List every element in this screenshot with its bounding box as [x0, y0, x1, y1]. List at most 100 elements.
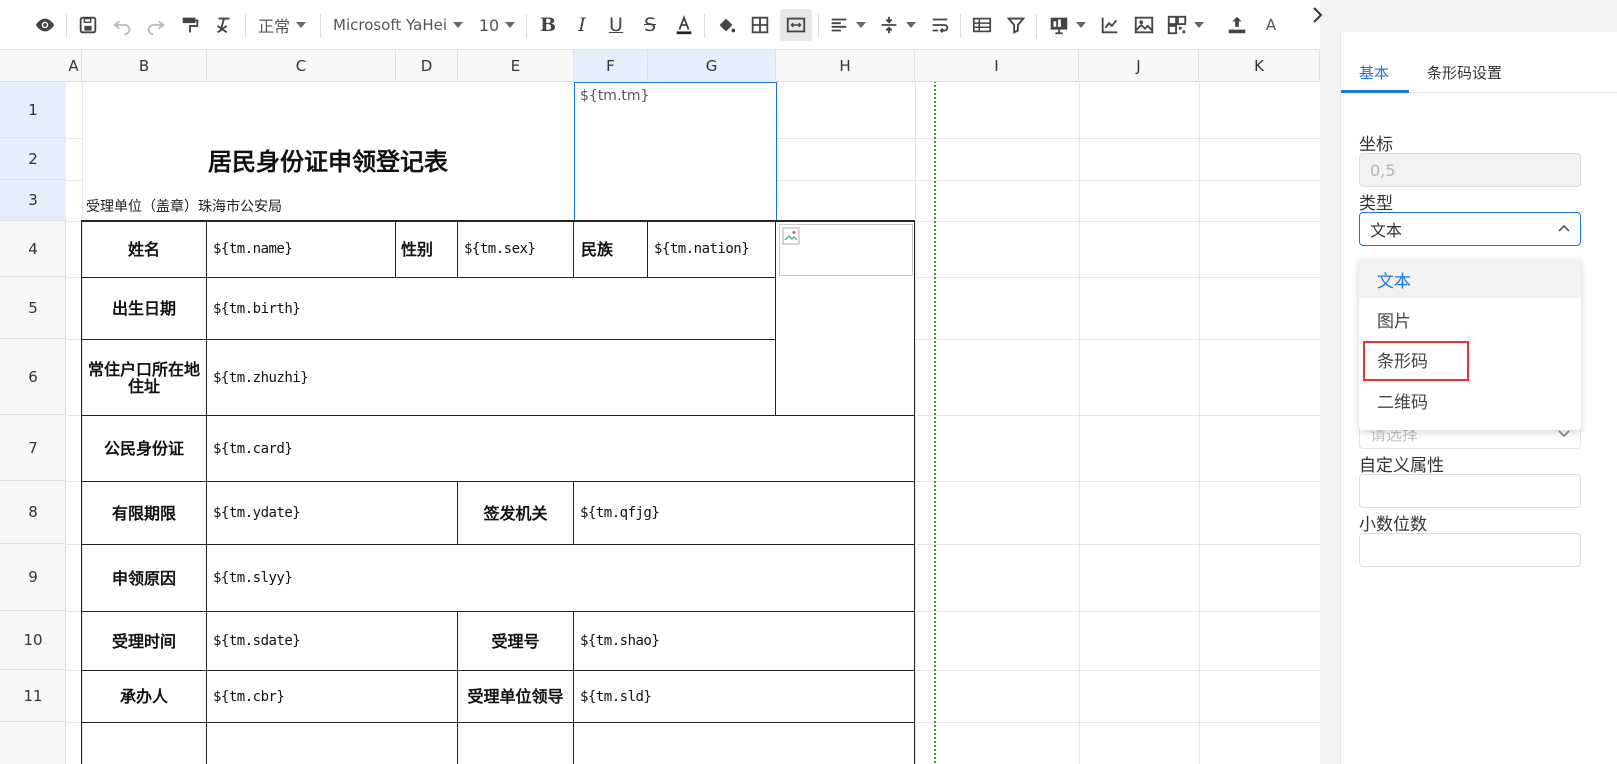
row-header[interactable]: 11 — [0, 670, 66, 722]
value-slyy[interactable]: ${tm.slyy} — [207, 545, 914, 611]
value-sdate[interactable]: ${tm.sdate} — [207, 612, 457, 670]
tab-barcode-settings[interactable]: 条形码设置 — [1427, 62, 1502, 94]
borders-icon[interactable] — [746, 9, 774, 41]
style-select[interactable]: 正常 — [252, 9, 312, 41]
table-icon[interactable] — [968, 9, 996, 41]
row-header[interactable]: 5 — [0, 277, 66, 339]
font-family-select[interactable]: Microsoft YaHei — [328, 9, 468, 41]
toolbar-more-label: A — [1265, 16, 1277, 34]
label-card[interactable]: 公民身份证 — [82, 416, 206, 481]
column-header[interactable]: H — [776, 50, 915, 82]
chevron-down-icon — [505, 22, 516, 28]
value-address[interactable]: ${tm.zhuzhi} — [207, 340, 775, 415]
row-header[interactable]: 7 — [0, 415, 66, 481]
preview-eye-icon[interactable] — [30, 9, 60, 41]
line-chart-icon[interactable] — [1096, 9, 1124, 41]
clear-format-icon[interactable] — [210, 9, 238, 41]
selected-cell-value: ${tm.tm} — [580, 88, 650, 104]
label-birth[interactable]: 出生日期 — [82, 278, 206, 339]
label-sld[interactable]: 受理单位领导 — [458, 671, 573, 722]
image-icon[interactable] — [1130, 9, 1158, 41]
label-address[interactable]: 常住户口所在地住址 — [84, 340, 204, 415]
label-name[interactable]: 姓名 — [82, 221, 206, 277]
decimal-input[interactable] — [1359, 533, 1581, 567]
active-tab-indicator — [1341, 90, 1409, 93]
value-name[interactable]: ${tm.name} — [207, 221, 395, 277]
unit-text[interactable]: 受理单位（盖章）珠海市公安局 — [86, 192, 566, 220]
label-slyy[interactable]: 申领原因 — [82, 545, 206, 611]
format-painter-icon[interactable] — [176, 9, 204, 41]
decimal-label: 小数位数 — [1359, 515, 1427, 535]
column-header[interactable]: F — [574, 50, 648, 82]
align-vertical-icon[interactable] — [876, 9, 918, 41]
label-cbr[interactable]: 承办人 — [82, 671, 206, 722]
custom-attr-input[interactable] — [1359, 474, 1581, 508]
row-header[interactable]: 4 — [0, 221, 66, 277]
italic-icon[interactable]: I — [568, 9, 596, 41]
selected-cell[interactable]: ${tm.tm} — [574, 82, 777, 221]
label-sdate[interactable]: 受理时间 — [82, 612, 206, 670]
column-header[interactable]: A — [66, 50, 82, 82]
value-birth[interactable]: ${tm.birth} — [207, 278, 775, 339]
font-size-select[interactable]: 10 — [474, 9, 520, 41]
collapse-panel-chevron-icon[interactable] — [1306, 3, 1330, 27]
column-header[interactable]: I — [915, 50, 1079, 82]
row-header[interactable]: 2 — [0, 138, 66, 180]
toolbar-more[interactable]: A — [1262, 9, 1280, 41]
form-title[interactable]: 居民身份证申领登记表 — [82, 138, 574, 180]
label-shao[interactable]: 受理号 — [458, 612, 573, 670]
column-header[interactable]: G — [648, 50, 776, 82]
column-headers: A B C D E F G H I J K — [0, 50, 1320, 82]
chevron-up-icon — [1558, 224, 1570, 232]
font-color-icon[interactable] — [670, 9, 698, 41]
row-headers: 1 2 3 4 5 6 7 8 9 10 11 — [0, 82, 66, 764]
value-shao[interactable]: ${tm.shao} — [574, 612, 914, 670]
align-horizontal-icon[interactable] — [826, 9, 868, 41]
label-nation[interactable]: 民族 — [574, 221, 620, 277]
merge-cells-icon[interactable] — [780, 9, 812, 41]
column-header[interactable]: K — [1199, 50, 1320, 82]
strikethrough-icon[interactable]: S — [636, 9, 664, 41]
label-sex[interactable]: 性别 — [396, 221, 438, 277]
filter-icon[interactable] — [1002, 9, 1030, 41]
row-header[interactable]: 8 — [0, 481, 66, 544]
value-nation[interactable]: ${tm.nation} — [648, 221, 775, 277]
photo-image-placeholder[interactable] — [779, 224, 913, 276]
bold-icon[interactable]: B — [534, 9, 562, 41]
type-option-image[interactable]: 图片 — [1359, 300, 1581, 338]
row-header[interactable]: 9 — [0, 544, 66, 611]
column-header[interactable]: B — [82, 50, 207, 82]
label-ydate[interactable]: 有限期限 — [82, 482, 206, 544]
column-header[interactable]: D — [396, 50, 458, 82]
value-ydate[interactable]: ${tm.ydate} — [207, 482, 457, 544]
value-qfjg[interactable]: ${tm.qfjg} — [574, 482, 914, 544]
chart-group-icon[interactable] — [1044, 9, 1090, 41]
value-card[interactable]: ${tm.card} — [207, 416, 914, 481]
row-header[interactable]: 6 — [0, 339, 66, 415]
row-header[interactable]: 3 — [0, 180, 66, 221]
redo-icon[interactable] — [142, 9, 170, 41]
value-sld[interactable]: ${tm.sld} — [574, 671, 914, 722]
spreadsheet-grid[interactable]: 居民身份证申领登记表 受理单位（盖章）珠海市公安局 ${tm.tm} 姓名 ${… — [66, 82, 1320, 764]
type-select[interactable]: 文本 — [1359, 212, 1581, 246]
fill-color-icon[interactable] — [712, 9, 740, 41]
row-header[interactable]: 10 — [0, 611, 66, 670]
type-option-text[interactable]: 文本 — [1359, 260, 1581, 298]
chevron-down-icon — [1076, 22, 1086, 28]
wrap-text-icon[interactable] — [926, 9, 954, 41]
label-qfjg[interactable]: 签发机关 — [458, 482, 573, 544]
value-sex[interactable]: ${tm.sex} — [458, 221, 573, 277]
column-header[interactable]: E — [458, 50, 574, 82]
qrcode-icon[interactable] — [1164, 9, 1206, 41]
row-header[interactable]: 1 — [0, 82, 66, 138]
undo-icon[interactable] — [108, 9, 136, 41]
save-icon[interactable] — [74, 9, 102, 41]
column-header[interactable]: C — [207, 50, 396, 82]
type-option-qrcode[interactable]: 二维码 — [1359, 381, 1581, 419]
value-cbr[interactable]: ${tm.cbr} — [207, 671, 457, 722]
toolbar: 正常 Microsoft YaHei 10 B I U S A — [0, 0, 1320, 50]
underline-icon[interactable]: U — [602, 9, 630, 41]
column-header[interactable]: J — [1079, 50, 1199, 82]
upload-icon[interactable] — [1222, 9, 1252, 41]
chevron-down-icon — [906, 22, 916, 28]
